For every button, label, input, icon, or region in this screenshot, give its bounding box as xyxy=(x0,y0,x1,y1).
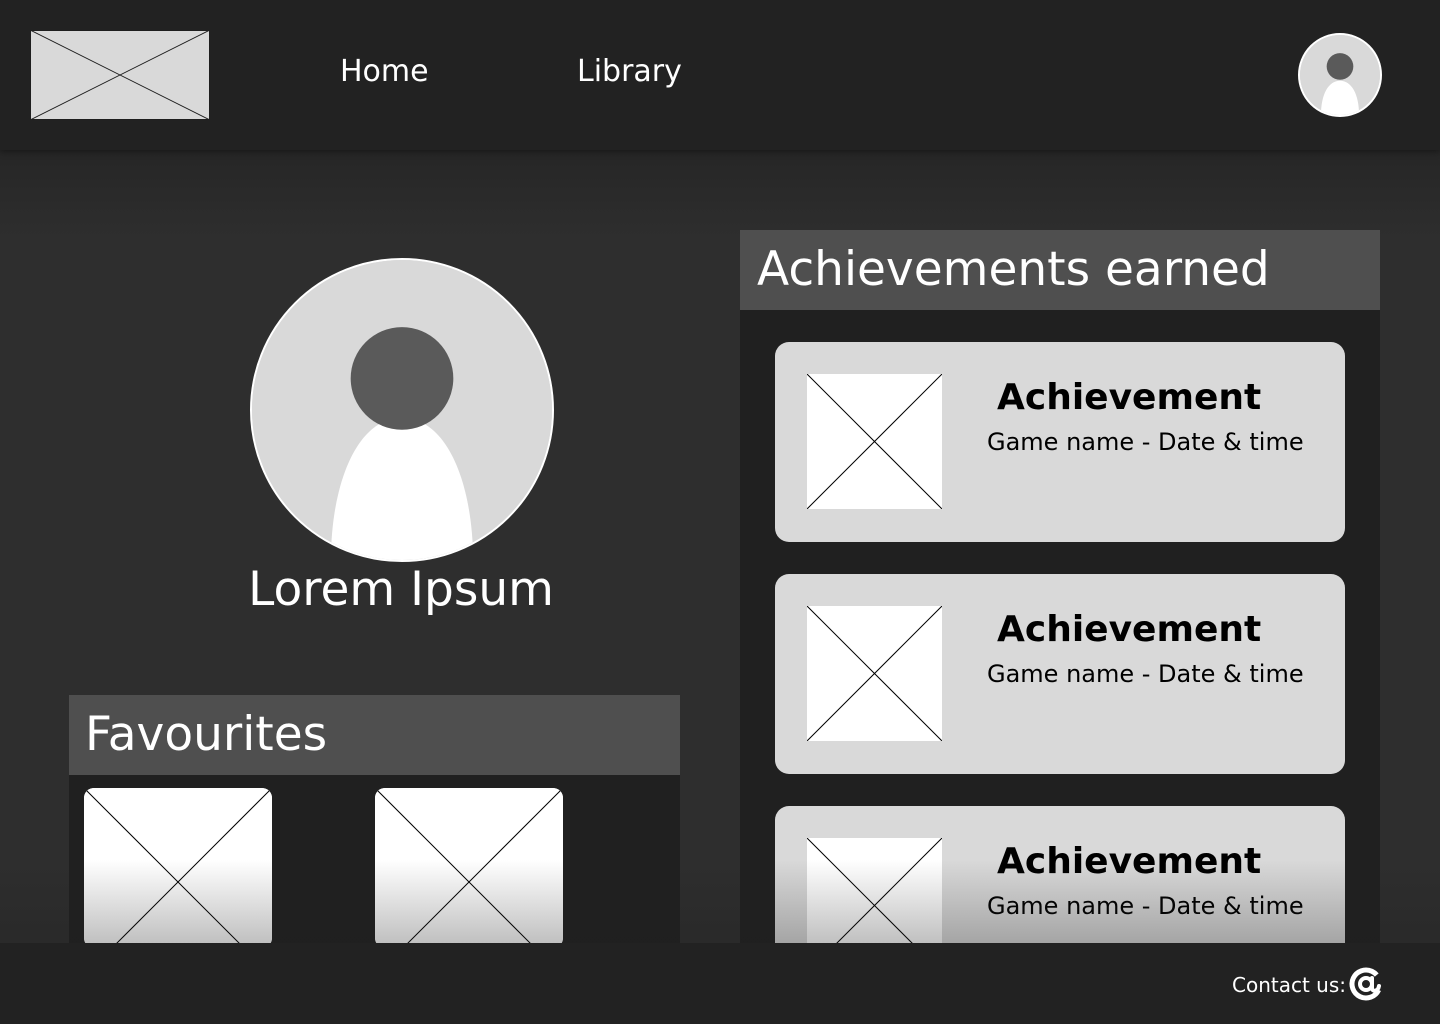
achievements-title-bar: Achievements earned xyxy=(740,230,1380,310)
favourite-item[interactable] xyxy=(84,788,272,948)
image-placeholder-icon xyxy=(807,606,942,741)
image-placeholder-icon xyxy=(807,374,942,509)
at-sign-icon[interactable] xyxy=(1346,964,1386,1004)
logo-placeholder-icon[interactable] xyxy=(30,30,210,120)
image-placeholder-icon xyxy=(375,788,563,948)
achievement-meta: Game name - Date & time xyxy=(987,428,1304,456)
achievements-panel: Achievements earned Achievement Game nam… xyxy=(740,230,1380,1006)
header-shadow xyxy=(0,150,1440,240)
achievement-card[interactable]: Achievement Game name - Date & time xyxy=(775,574,1345,774)
achievement-meta: Game name - Date & time xyxy=(987,660,1304,688)
favourite-item[interactable] xyxy=(375,788,563,948)
profile-avatar-icon xyxy=(250,258,554,562)
achievement-name: Achievement xyxy=(997,609,1262,650)
favourites-title-bar: Favourites xyxy=(69,695,680,775)
achievement-name: Achievement xyxy=(997,841,1262,882)
achievement-meta: Game name - Date & time xyxy=(987,892,1304,920)
image-placeholder-icon xyxy=(84,788,272,948)
profile-name: Lorem Ipsum xyxy=(248,562,554,617)
favourites-title: Favourites xyxy=(85,707,328,762)
nav-home-link[interactable]: Home xyxy=(340,52,429,92)
achievement-card[interactable]: Achievement Game name - Date & time xyxy=(775,342,1345,542)
achievement-name: Achievement xyxy=(997,377,1262,418)
contact-label: Contact us: xyxy=(1232,973,1347,997)
top-header: Home Library xyxy=(0,0,1440,150)
achievements-title: Achievements earned xyxy=(757,242,1270,297)
footer xyxy=(0,943,1440,1024)
user-avatar-icon[interactable] xyxy=(1298,33,1382,117)
nav-library-link[interactable]: Library xyxy=(577,52,682,92)
favourites-panel: Favourites xyxy=(69,695,680,948)
